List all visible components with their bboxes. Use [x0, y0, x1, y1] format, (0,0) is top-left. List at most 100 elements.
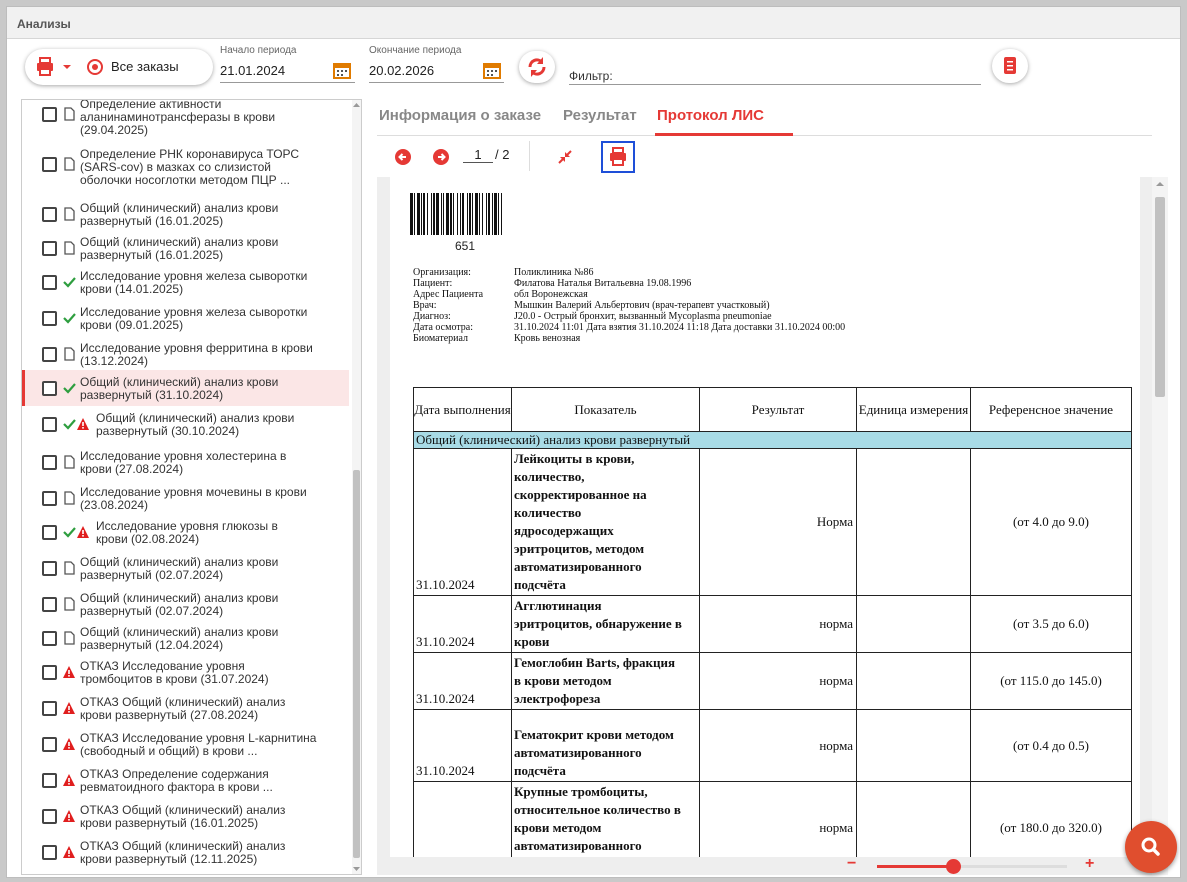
- checkbox[interactable]: [42, 381, 57, 396]
- list-item[interactable]: Общий (клинический) анализ крови разверну…: [22, 406, 349, 442]
- tab-order-info[interactable]: Информация о заказе: [379, 107, 541, 124]
- refresh-button[interactable]: [519, 51, 555, 83]
- checkbox[interactable]: [42, 665, 57, 680]
- check-icon: [63, 527, 76, 538]
- checkbox[interactable]: [42, 631, 57, 646]
- list-item[interactable]: ОТКАЗ Определение содержания ревматоидног…: [22, 762, 349, 798]
- list-item[interactable]: Исследование уровня глюкозы в крови (02.0…: [22, 514, 349, 550]
- checkbox[interactable]: [42, 525, 57, 540]
- checkbox[interactable]: [42, 737, 57, 752]
- zoom-slider-handle[interactable]: [946, 859, 961, 874]
- list-item[interactable]: Определение РНК коронавируса ТОРС (SARS-c…: [22, 146, 349, 187]
- list-item[interactable]: Общий (клинический) анализ крови разверну…: [22, 196, 349, 232]
- checkbox[interactable]: [42, 107, 57, 122]
- list-item[interactable]: ОТКАЗ Исследование уровня L-карнитина (св…: [22, 726, 349, 762]
- list-item[interactable]: Исследование уровня холестерина в крови (…: [22, 444, 349, 480]
- list-item-label: Определение активности аланинаминотрансфе…: [80, 100, 344, 137]
- page-number-input[interactable]: 1: [463, 147, 493, 163]
- zoom-slider-track[interactable]: [877, 859, 1067, 874]
- results-table: Дата выполнения Показатель Результат Единиц…: [413, 387, 1132, 857]
- reference-cell: (от 4.0 до 9.0): [970, 448, 1132, 596]
- zoom-in-button[interactable]: +: [1085, 855, 1094, 873]
- scroll-down-icon[interactable]: [353, 866, 360, 872]
- checkbox[interactable]: [42, 157, 57, 172]
- list-item[interactable]: Исследование уровня мочевины в крови (23.…: [22, 480, 349, 516]
- checkbox[interactable]: [42, 241, 57, 256]
- prev-page-icon[interactable]: [395, 149, 411, 165]
- barcode-bar: [472, 193, 473, 235]
- barcode-bar: [488, 193, 490, 235]
- pdf-viewer[interactable]: 651 Организация: Поликлиника №86 Пациент: Ф…: [377, 177, 1152, 875]
- list-item[interactable]: Общий (клинический) анализ крови разверну…: [22, 370, 349, 406]
- calendar-icon[interactable]: [333, 61, 351, 79]
- calendar-icon[interactable]: [483, 61, 501, 79]
- checkbox[interactable]: [42, 597, 57, 612]
- checkbox[interactable]: [42, 207, 57, 222]
- list-item[interactable]: ОТКАЗ Общий (клинический) анализ крови ра…: [22, 798, 349, 834]
- tab-lis-protocol[interactable]: Протокол ЛИС: [657, 107, 764, 124]
- list-item[interactable]: Общий (клинический) анализ крови разверну…: [22, 586, 349, 622]
- list-item-label: Общий (клинический) анализ крови разверну…: [96, 412, 346, 438]
- zoom-out-button[interactable]: −: [847, 855, 856, 873]
- checkbox[interactable]: [42, 311, 57, 326]
- checkbox[interactable]: [42, 347, 57, 362]
- filter-input[interactable]: Фильтр:: [569, 69, 981, 85]
- list-item-text-line: развернутый (31.10.2024): [80, 388, 224, 402]
- checkbox[interactable]: [42, 809, 57, 824]
- list-scrollbar[interactable]: [352, 100, 361, 874]
- indicator-line: электрофореза: [514, 691, 601, 706]
- checkbox[interactable]: [42, 491, 57, 506]
- list-item[interactable]: ОТКАЗ Общий (клинический) анализ крови ра…: [22, 690, 349, 726]
- list-item-text-line: (13.12.2024): [80, 354, 149, 368]
- tab-result[interactable]: Результат: [563, 107, 637, 124]
- next-page-icon[interactable]: [433, 149, 449, 165]
- list-item[interactable]: ОТКАЗ Общий (клинический) анализ крови ра…: [22, 834, 349, 870]
- barcode-bar: [417, 193, 420, 235]
- barcode-bar: [431, 193, 432, 235]
- checkbox[interactable]: [42, 845, 57, 860]
- list-item[interactable]: Общий (клинический) анализ крови разверну…: [22, 620, 349, 656]
- scrollbar-thumb[interactable]: [353, 470, 360, 858]
- indicator-cell: Агглютинация эритроцитов, обнаружение в кр…: [511, 595, 700, 653]
- checkbox[interactable]: [42, 773, 57, 788]
- checkbox[interactable]: [42, 455, 57, 470]
- print-document-button[interactable]: [601, 141, 635, 173]
- list-item[interactable]: Исследование уровня железа сыворотки кров…: [22, 264, 349, 300]
- shrink-icon[interactable]: [557, 149, 573, 165]
- checkbox[interactable]: [42, 275, 57, 290]
- checkbox[interactable]: [42, 561, 57, 576]
- document-icon: [64, 491, 75, 505]
- list-item-label: Исследование уровня железа сыворотки кров…: [80, 306, 344, 332]
- barcode-bar: [501, 193, 502, 235]
- report-button[interactable]: [992, 49, 1028, 83]
- detail-panel: Информация о заказе Результат Протокол Л…: [367, 99, 1172, 875]
- list-item[interactable]: ОТКАЗ Исследование уровня тромбоцитов в к…: [22, 654, 349, 690]
- list-item-label: ОТКАЗ Исследование уровня L-карнитина (св…: [80, 732, 344, 758]
- document-scrollbar[interactable]: [1152, 177, 1168, 875]
- search-fab-button[interactable]: [1125, 821, 1177, 873]
- barcode-number: 651: [455, 239, 476, 253]
- list-item[interactable]: Определение активности аланинаминотрансфе…: [22, 100, 349, 137]
- barcode-bar: [462, 193, 464, 235]
- checkbox[interactable]: [42, 701, 57, 716]
- scroll-up-icon[interactable]: [1156, 181, 1164, 187]
- list-item-label: ОТКАЗ Определение содержания ревматоидног…: [80, 768, 344, 794]
- checkbox[interactable]: [42, 417, 57, 432]
- info-label: Дата осмотра:: [413, 322, 474, 333]
- printer-icon: [610, 147, 626, 166]
- list-item[interactable]: Общий (клинический) анализ крови разверну…: [22, 230, 349, 266]
- unit-cell: [856, 595, 971, 653]
- warning-icon: [63, 810, 75, 822]
- check-icon: [63, 383, 76, 394]
- list-item[interactable]: Исследование уровня ферритина в крови (13…: [22, 336, 349, 372]
- list-item[interactable]: Общий (клинический) анализ крови разверну…: [22, 550, 349, 586]
- scroll-up-icon[interactable]: [353, 102, 360, 108]
- scrollbar-thumb[interactable]: [1155, 197, 1165, 397]
- result-cell: норма: [699, 709, 857, 782]
- list-item-text-line: тромбоцитов в крови (31.07.2024): [80, 672, 269, 686]
- print-menu-button[interactable]: [35, 55, 79, 79]
- list-item[interactable]: Исследование уровня железа сыворотки кров…: [22, 300, 349, 336]
- result-cell: норма: [699, 652, 857, 710]
- all-orders-radio[interactable]: [87, 59, 103, 75]
- list-item-text-line: крови (14.01.2025): [80, 282, 184, 296]
